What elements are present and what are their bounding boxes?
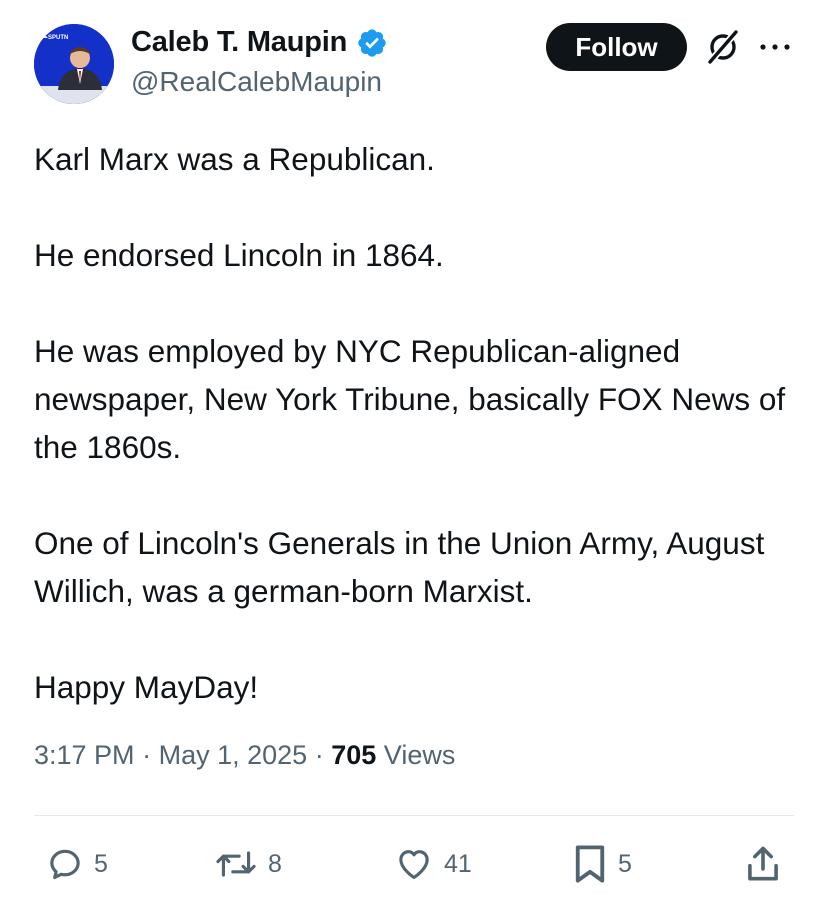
verified-badge-icon [358,28,386,57]
repost-count: 8 [268,849,282,878]
reply-icon [50,849,80,880]
divider [34,815,794,816]
tweet-date[interactable]: May 1, 2025 [159,740,308,770]
meta-separator: · [314,740,324,770]
tweet-text: Karl Marx was a Republican. He endorsed … [34,135,794,711]
tweet-time[interactable]: 3:17 PM [34,740,135,770]
grok-icon[interactable] [703,27,743,67]
share-icon [748,846,778,881]
follow-button[interactable]: Follow [546,23,687,71]
handle[interactable]: @RealCalebMaupin [131,66,382,98]
like-icon [399,850,429,880]
like-count: 41 [444,849,472,878]
views-count[interactable]: 705 [331,740,376,770]
tweet-line: He was employed by NYC Republican-aligne… [34,333,786,465]
reply-button[interactable]: 5 [46,843,108,885]
share-button[interactable] [745,843,781,885]
meta-separator: · [142,740,152,770]
avatar[interactable]: SPUTN [34,24,114,104]
tweet-line: One of Lincoln's Generals in the Union A… [34,525,765,609]
repost-icon [216,851,256,877]
reply-count: 5 [94,849,108,878]
repost-button[interactable]: 8 [214,843,282,885]
tweet-line: Karl Marx was a Republican. [34,141,435,177]
like-button[interactable]: 41 [394,843,472,885]
tweet-metadata: 3:17 PM · May 1, 2025 · 705 Views [34,740,455,771]
bookmark-button[interactable]: 5 [572,843,632,885]
tweet-line: Happy MayDay! [34,669,259,705]
bookmark-count: 5 [618,849,632,878]
display-name[interactable]: Caleb T. Maupin [131,26,347,59]
tweet-line: He endorsed Lincoln in 1864. [34,237,444,273]
more-icon[interactable] [757,37,793,57]
avatar-logo-text: SPUTN [48,35,68,41]
author-name-row[interactable]: Caleb T. Maupin [131,26,388,59]
bookmark-icon [575,845,605,883]
views-label[interactable]: Views [384,740,456,770]
